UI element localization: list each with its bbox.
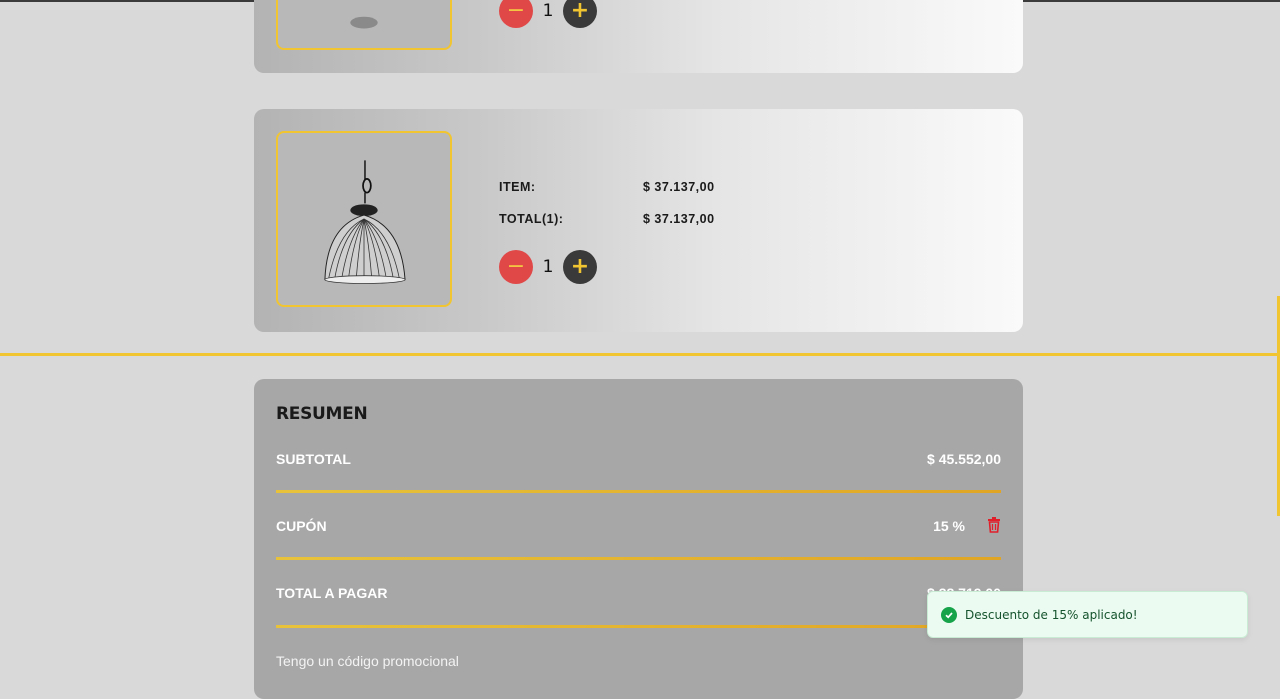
item-total-label: TOTAL(1):	[499, 212, 564, 226]
quantity-value: 1	[542, 1, 554, 21]
total-row: TOTAL A PAGAR $ 38.719,00	[276, 585, 1001, 601]
toast-message: Descuento de 15% aplicado!	[965, 607, 1138, 622]
summary-divider	[276, 557, 1001, 560]
coupon-label: CUPÓN	[276, 518, 327, 534]
item-total-row: TOTAL(1): $ 37.137,00	[499, 212, 715, 226]
item-price-value: $ 37.137,00	[643, 180, 715, 194]
pendant-lamp-image	[324, 160, 406, 284]
summary-title: RESUMEN	[276, 404, 368, 424]
promo-code-link[interactable]: Tengo un código promocional	[276, 653, 459, 669]
subtotal-value: $ 45.552,00	[927, 451, 1001, 467]
quantity-value: 1	[542, 257, 554, 277]
summary-divider	[276, 490, 1001, 493]
trash-icon[interactable]	[987, 517, 1001, 533]
total-label: TOTAL A PAGAR	[276, 585, 388, 601]
order-summary: RESUMEN SUBTOTAL $ 45.552,00 CUPÓN 15 % …	[254, 379, 1023, 699]
cart-item-card: − 1 +	[254, 0, 1023, 73]
cart-item-card: ITEM: $ 37.137,00 TOTAL(1): $ 37.137,00 − …	[254, 109, 1023, 332]
summary-divider	[276, 625, 1001, 628]
product-image	[276, 0, 452, 50]
coupon-value: 15 %	[933, 518, 965, 534]
subtotal-label: SUBTOTAL	[276, 451, 351, 467]
pendant-lamp-image	[350, 16, 378, 29]
quantity-control: − 1 +	[499, 250, 597, 284]
increase-quantity-button[interactable]: +	[563, 250, 597, 284]
increase-quantity-button[interactable]: +	[563, 0, 597, 28]
subtotal-row: SUBTOTAL $ 45.552,00	[276, 451, 1001, 467]
toast-notification: Descuento de 15% aplicado!	[927, 591, 1248, 638]
decrease-quantity-button[interactable]: −	[499, 250, 533, 284]
item-total-value: $ 37.137,00	[643, 212, 715, 226]
decrease-quantity-button[interactable]: −	[499, 0, 533, 28]
coupon-row: CUPÓN 15 %	[276, 517, 1001, 534]
item-price-label: ITEM:	[499, 180, 536, 194]
product-image	[276, 131, 452, 307]
quantity-control: − 1 +	[499, 0, 597, 28]
check-circle-icon	[941, 606, 957, 623]
item-price-row: ITEM: $ 37.137,00	[499, 180, 715, 194]
section-divider	[0, 353, 1280, 356]
